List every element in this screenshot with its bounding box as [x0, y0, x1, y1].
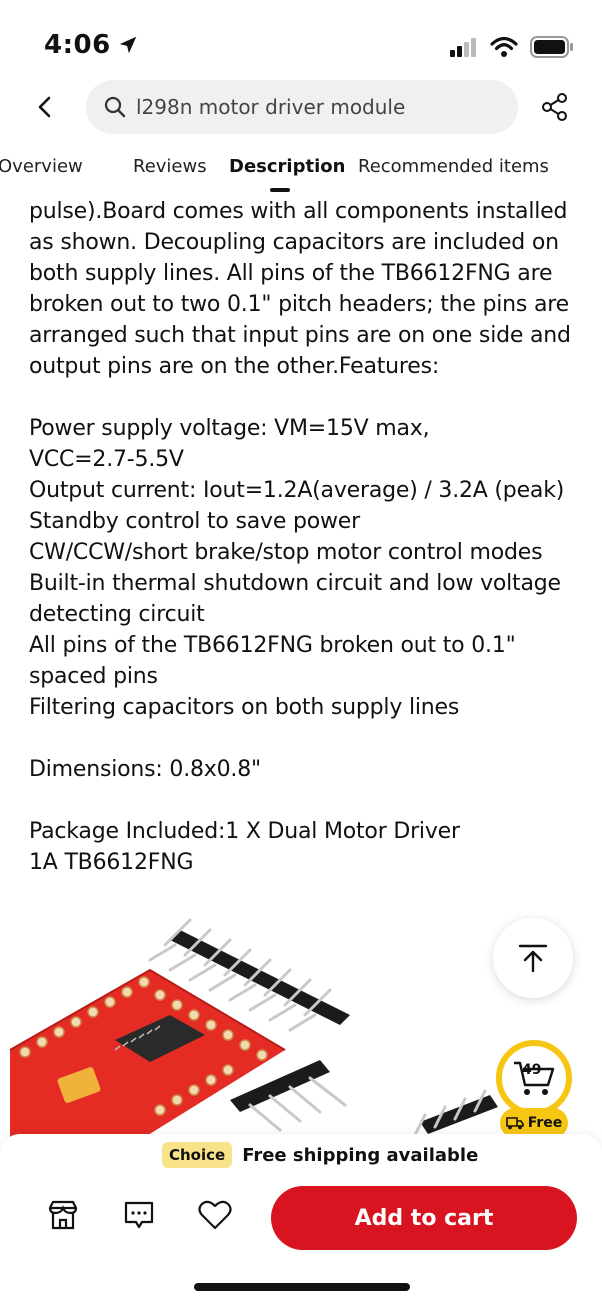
share-button[interactable] [540, 92, 570, 122]
search-icon [104, 96, 126, 118]
home-indicator [194, 1283, 410, 1291]
delivery-truck-icon [505, 1117, 524, 1130]
tab-reviews[interactable]: Reviews [133, 156, 207, 177]
tab-description[interactable]: Description [229, 156, 345, 177]
chat-icon [124, 1201, 154, 1229]
wifi-icon [490, 36, 518, 57]
location-arrow-icon [119, 36, 136, 54]
cart-progress-button[interactable]: 49 [496, 1040, 572, 1116]
detail-tabs: Overview Reviews Description Recommended… [0, 156, 602, 196]
search-bar[interactable]: l298n motor driver module [86, 80, 518, 134]
tab-recommended-items[interactable]: Recommended items [358, 156, 549, 177]
battery-icon [530, 36, 573, 58]
shipping-info: Choice Free shipping available [162, 1142, 478, 1168]
share-icon [542, 93, 567, 121]
signal-icon [450, 38, 476, 57]
chevron-left-icon [38, 96, 51, 118]
message-button[interactable] [122, 1198, 156, 1232]
store-icon [48, 1200, 78, 1230]
status-time: 4:06 [44, 30, 139, 60]
arrow-up-to-top-icon [518, 944, 548, 973]
tab-overview[interactable]: Overview [0, 156, 83, 177]
status-bar: 4:06 [0, 0, 602, 80]
back-button[interactable] [30, 92, 60, 122]
status-indicators [450, 36, 574, 58]
bottom-action-bar: Choice Free shipping available Add to ca… [0, 1134, 602, 1304]
add-to-cart-button[interactable]: Add to cart [271, 1186, 577, 1250]
store-button[interactable] [46, 1198, 80, 1232]
wishlist-button[interactable] [198, 1198, 232, 1232]
heart-icon [198, 1200, 232, 1230]
back-to-top-button[interactable] [493, 918, 573, 998]
active-tab-indicator [270, 188, 290, 192]
choice-badge: Choice [162, 1142, 233, 1168]
cart-count: 49 [522, 1062, 542, 1078]
search-query[interactable]: l298n motor driver module [136, 95, 405, 119]
product-description: pulse).Board comes with all components i… [29, 199, 571, 875]
shipping-text: Free shipping available [242, 1144, 479, 1166]
